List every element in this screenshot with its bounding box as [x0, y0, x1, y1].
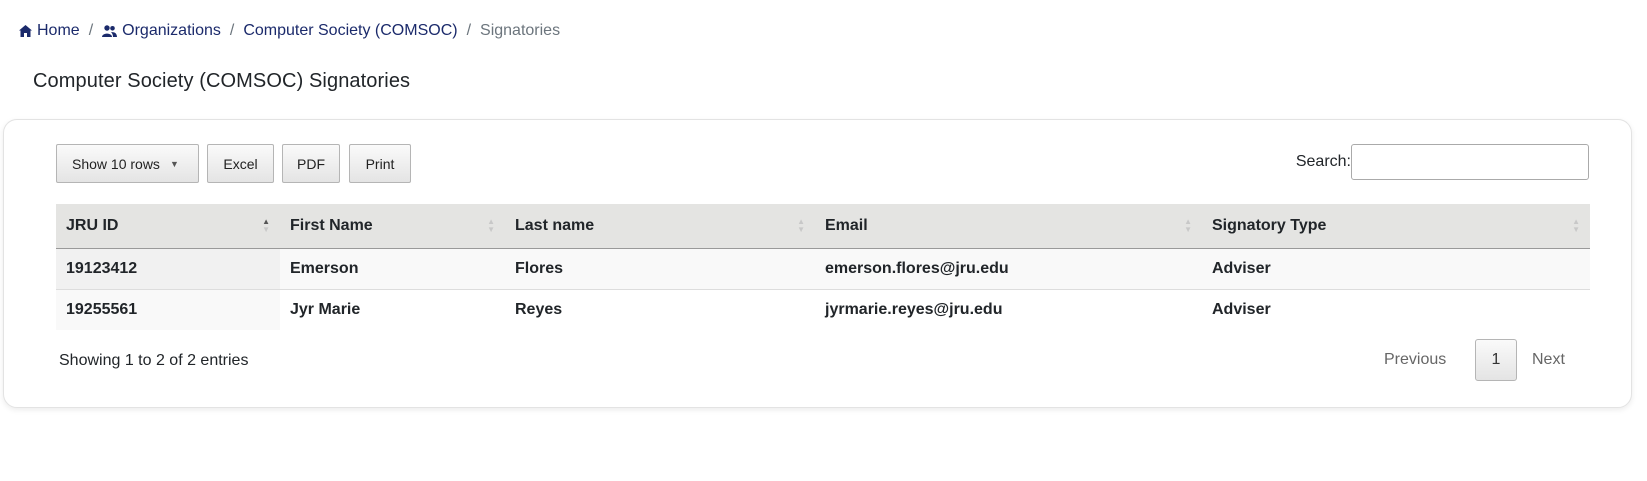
page-1-button[interactable]: 1 [1475, 339, 1517, 381]
cell-email: emerson.flores@jru.edu [815, 248, 1202, 290]
page-title: Computer Society (COMSOC) Signatories [33, 70, 411, 92]
column-header-email[interactable]: Email ▲ ▼ [815, 204, 1202, 249]
cell-first-name: Emerson [280, 248, 505, 290]
caret-down-icon: ▼ [169, 158, 179, 169]
sort-icon: ▲ ▼ [1184, 217, 1192, 234]
cell-signatory-type: Adviser [1202, 248, 1590, 290]
breadcrumb-home-link[interactable]: Home [19, 22, 80, 40]
sort-asc-icon: ▲ ▼ [262, 217, 270, 234]
column-header-label: Last name [515, 216, 595, 234]
show-rows-label: Show 10 rows [72, 155, 160, 172]
cell-last-name: Reyes [505, 289, 815, 330]
column-header-first-name[interactable]: First Name ▲ ▼ [280, 204, 505, 249]
column-header-label: Signatory Type [1212, 216, 1327, 234]
pdf-export-button[interactable]: PDF [282, 144, 340, 183]
cell-signatory-type: Adviser [1202, 289, 1590, 330]
search-label: Search: [1295, 153, 1351, 170]
search-input[interactable] [1351, 144, 1589, 180]
table-header-row: JRU ID ▲ ▼ First Name ▲ ▼ Last name ▲ ▼ Ema… [56, 204, 1590, 249]
column-header-jru-id[interactable]: JRU ID ▲ ▼ [56, 204, 280, 249]
column-header-signatory-type[interactable]: Signatory Type ▲ ▼ [1202, 204, 1590, 249]
table-row: 19123412 Emerson Flores emerson.flores@j… [56, 248, 1590, 290]
breadcrumb-current: Signatories [480, 22, 561, 39]
breadcrumb-home-label: Home [37, 22, 80, 39]
cell-email: jyrmarie.reyes@jru.edu [815, 289, 1202, 330]
breadcrumb-separator: / [229, 22, 235, 39]
breadcrumb: Home / Organizations / Computer Society … [19, 20, 560, 42]
breadcrumb-organization-link[interactable]: Computer Society (COMSOC) [243, 22, 457, 40]
breadcrumb-organizations-label: Organizations [122, 22, 221, 39]
excel-export-button[interactable]: Excel [207, 144, 274, 183]
breadcrumb-organization-label: Computer Society (COMSOC) [243, 22, 458, 39]
cell-first-name: Jyr Marie [280, 289, 505, 330]
column-header-last-name[interactable]: Last name ▲ ▼ [505, 204, 815, 249]
cell-jru-id: 19123412 [56, 248, 280, 290]
table-info: Showing 1 to 2 of 2 entries [59, 352, 249, 369]
breadcrumb-organizations-link[interactable]: Organizations [102, 22, 221, 40]
breadcrumb-separator: / [88, 22, 94, 39]
breadcrumb-separator: / [466, 22, 472, 39]
show-rows-dropdown[interactable]: Show 10 rows ▼ [56, 144, 199, 183]
column-header-label: JRU ID [66, 216, 119, 234]
column-header-label: Email [825, 216, 868, 234]
column-header-label: First Name [290, 216, 373, 234]
sort-icon: ▲ ▼ [797, 217, 805, 234]
print-button[interactable]: Print [349, 144, 411, 183]
home-icon [19, 25, 32, 37]
users-icon [102, 25, 118, 37]
cell-last-name: Flores [505, 248, 815, 290]
previous-page-button[interactable]: Previous [1384, 340, 1446, 380]
next-page-button[interactable]: Next [1532, 340, 1565, 380]
signatories-table: JRU ID ▲ ▼ First Name ▲ ▼ Last name ▲ ▼ Ema… [56, 204, 1590, 330]
cell-jru-id: 19255561 [56, 289, 280, 330]
sort-icon: ▲ ▼ [1572, 217, 1580, 234]
signatories-card: Show 10 rows ▼ Excel PDF Print Search: J… [3, 119, 1632, 408]
sort-icon: ▲ ▼ [487, 217, 495, 234]
table-row: 19255561 Jyr Marie Reyes jyrmarie.reyes@… [56, 289, 1590, 330]
